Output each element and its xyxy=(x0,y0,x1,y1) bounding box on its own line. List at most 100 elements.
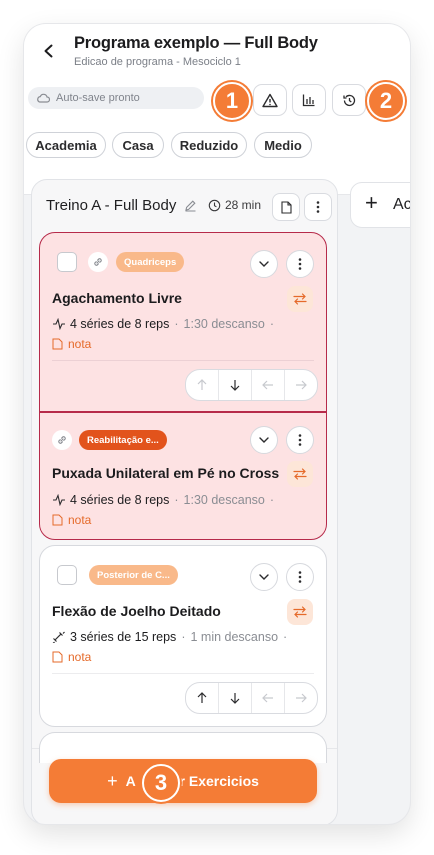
exercise-more-button[interactable] xyxy=(286,250,314,278)
rest-time: 1:30 descanso xyxy=(183,317,265,331)
note-link[interactable]: nota xyxy=(52,337,91,351)
arrow-down-icon xyxy=(230,693,240,704)
page-title: Programa exemplo — Full Body xyxy=(74,34,318,52)
cloud-icon xyxy=(37,93,50,103)
collapse-button[interactable] xyxy=(250,426,278,454)
add-workout-button[interactable]: + Ac xyxy=(350,182,410,228)
history-icon xyxy=(342,94,355,106)
swap-exercise-button[interactable] xyxy=(287,461,313,487)
note-label: nota xyxy=(68,650,92,664)
header: Programa exemplo — Full Body Edicao de p… xyxy=(24,24,410,195)
separator-dot: · xyxy=(269,317,275,331)
tutorial-step-badge-3: 3 xyxy=(142,764,180,802)
filter-chip-casa[interactable]: Casa xyxy=(112,132,164,158)
filter-chip-medio[interactable]: Medio xyxy=(254,132,312,158)
exercise-select-checkbox[interactable] xyxy=(57,565,77,585)
plus-icon: + xyxy=(365,190,378,215)
activity-icon xyxy=(53,494,65,506)
move-right-button[interactable] xyxy=(285,683,317,713)
superset-link-button[interactable] xyxy=(52,430,72,450)
move-right-button[interactable] xyxy=(285,370,317,400)
tutorial-step-badge-2: 2 xyxy=(367,82,405,120)
separator-dot: · xyxy=(181,630,186,644)
filter-chip-reduzido[interactable]: Reduzido xyxy=(171,132,247,158)
workout-notes-button[interactable] xyxy=(272,193,300,221)
activity-icon xyxy=(53,318,65,330)
superset-separator xyxy=(40,411,326,413)
workout-header: Treino A - Full Body 28 min xyxy=(32,180,337,230)
pencil-icon xyxy=(185,200,196,212)
swap-exercise-button[interactable] xyxy=(287,599,313,625)
rest-time: 1 min descanso xyxy=(190,630,279,644)
exercise-name[interactable]: Puxada Unilateral em Pé no Cross xyxy=(52,465,279,481)
note-link[interactable]: nota xyxy=(52,650,91,664)
clock-icon xyxy=(208,199,221,211)
swap-icon xyxy=(293,468,307,480)
stats-button[interactable] xyxy=(292,84,326,116)
separator-dot: · xyxy=(283,630,288,644)
move-left-button[interactable] xyxy=(252,683,285,713)
muscle-group-tag: Posterior de C... xyxy=(89,565,178,585)
more-vertical-icon xyxy=(298,571,302,583)
superset-link-button[interactable] xyxy=(88,252,108,272)
add-button-label-start: A xyxy=(125,773,136,789)
sets-reps: 4 séries de 8 reps xyxy=(70,493,170,507)
reorder-controls xyxy=(185,682,318,714)
filter-chip-academia[interactable]: Academia xyxy=(26,132,106,158)
separator-dot: · xyxy=(269,493,275,507)
move-down-button[interactable] xyxy=(219,370,252,400)
history-button[interactable] xyxy=(332,84,366,116)
note-link[interactable]: nota xyxy=(52,513,91,527)
autosave-status: Auto-save pronto xyxy=(28,87,204,109)
workout-title: Treino A - Full Body xyxy=(46,197,177,214)
exercise-more-button[interactable] xyxy=(286,563,314,591)
add-workout-label: Ac xyxy=(393,196,410,213)
arrow-up-icon xyxy=(197,692,207,703)
back-button[interactable] xyxy=(38,40,60,62)
swap-exercise-button[interactable] xyxy=(287,286,313,312)
tutorial-step-badge-1: 1 xyxy=(213,82,251,120)
exercise-select-checkbox[interactable] xyxy=(57,252,77,272)
reorder-controls xyxy=(185,369,318,401)
chevron-down-icon xyxy=(259,437,269,443)
separator-dot: · xyxy=(174,493,179,507)
arrow-down-icon xyxy=(230,380,240,391)
divider xyxy=(52,673,314,674)
more-vertical-icon xyxy=(316,201,320,213)
add-exercises-button[interactable]: + A ar Exercicios xyxy=(49,759,317,803)
exercise-name[interactable]: Flexão de Joelho Deitado xyxy=(52,603,221,619)
move-up-button[interactable] xyxy=(186,370,219,400)
exercise-summary: 4 séries de 8 reps · 1:30 descanso · xyxy=(52,317,279,331)
collapse-button[interactable] xyxy=(250,563,278,591)
swap-icon xyxy=(293,606,307,618)
more-vertical-icon xyxy=(298,434,302,446)
note-label: nota xyxy=(68,513,92,527)
plus-icon: + xyxy=(107,770,118,791)
arrow-up-icon xyxy=(197,379,207,390)
arrow-left-icon xyxy=(262,380,273,390)
exercise-more-button[interactable] xyxy=(286,426,314,454)
sets-reps: 4 séries de 8 reps xyxy=(70,317,170,331)
document-icon xyxy=(52,651,63,663)
sets-reps: 3 séries de 15 reps xyxy=(70,630,177,644)
superset-group: Quadriceps Agachamento Livre 4 séries de… xyxy=(39,232,327,540)
warnings-button[interactable] xyxy=(253,84,287,116)
link-icon xyxy=(58,436,66,444)
move-left-button[interactable] xyxy=(252,370,285,400)
separator-dot: · xyxy=(174,317,179,331)
move-down-button[interactable] xyxy=(219,683,252,713)
muscle-group-tag: Reabilitação e... xyxy=(79,430,167,450)
workout-more-button[interactable] xyxy=(304,193,332,221)
divider xyxy=(52,360,314,361)
workout-duration: 28 min xyxy=(208,198,261,212)
chevron-down-icon xyxy=(259,261,269,267)
add-button-label-end: ar Exercicios xyxy=(171,773,259,789)
rest-time: 1:30 descanso xyxy=(183,493,265,507)
exercise-name[interactable]: Agachamento Livre xyxy=(52,290,182,306)
arrow-right-icon xyxy=(296,380,307,390)
exercise-card: Posterior de C... Flexão de Joelho Deita… xyxy=(39,545,327,727)
edit-title-button[interactable] xyxy=(184,199,197,217)
chevron-down-icon xyxy=(259,574,269,580)
move-up-button[interactable] xyxy=(186,683,219,713)
collapse-button[interactable] xyxy=(250,250,278,278)
